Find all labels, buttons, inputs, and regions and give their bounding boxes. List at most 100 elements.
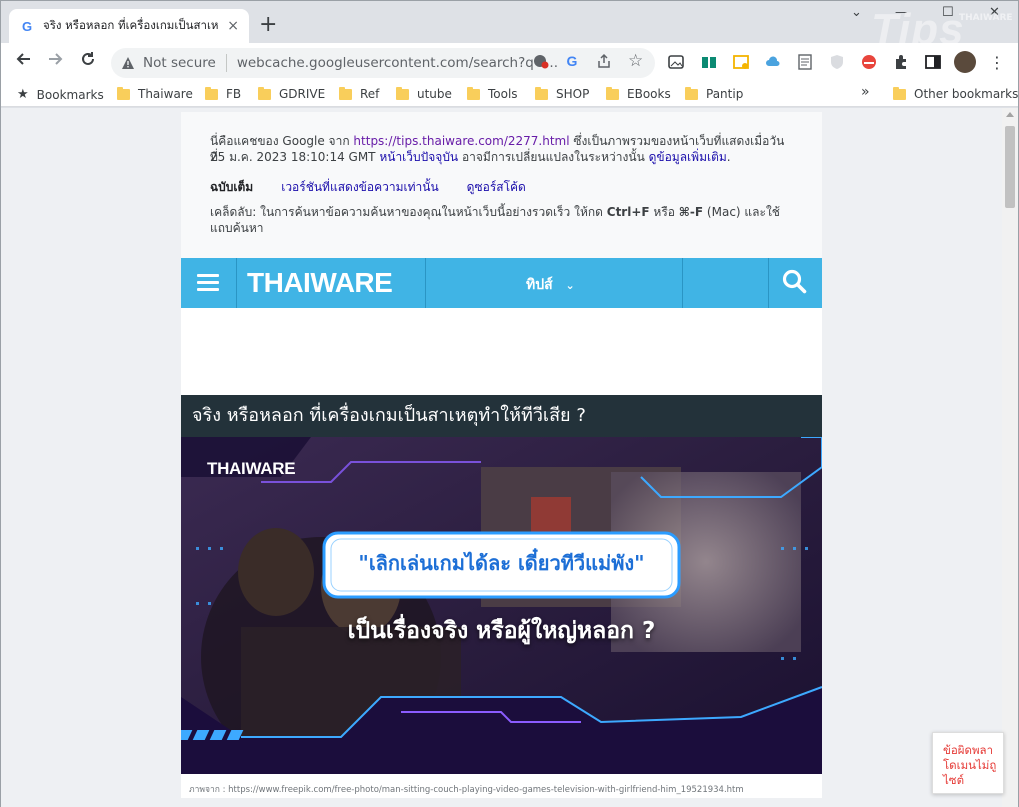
active-tab[interactable]: G จริง หรือหลอก ที่เครื่องเกมเป็นสาเหตุท… xyxy=(9,9,249,43)
document-extension-icon[interactable] xyxy=(796,53,814,71)
tab-close-icon[interactable]: × xyxy=(227,18,239,34)
forward-button[interactable] xyxy=(45,51,67,72)
google-cache-header: นี่คือแคชของ Google จาก https://tips.tha… xyxy=(181,112,822,258)
folder-icon xyxy=(535,86,548,100)
bookmarks-star-item[interactable]: ★ Bookmarks xyxy=(17,87,104,102)
cache-version-tabs: ฉบับเต็ม เวอร์ชันที่แสดงข้อความเท่านั้น … xyxy=(210,178,526,197)
share-icon[interactable] xyxy=(596,53,612,73)
hamburger-icon xyxy=(197,274,219,292)
chrome-menu-icon[interactable]: ⋮ xyxy=(988,53,1006,72)
thaiware-navbar: THAIWARE ทิปส์ ⌄ xyxy=(181,258,822,308)
bookmark-ref[interactable]: Ref xyxy=(339,86,380,101)
current-page-link[interactable]: หน้าเว็บปัจจุบัน xyxy=(379,150,458,164)
side-panel-icon[interactable] xyxy=(924,53,942,71)
warning-icon xyxy=(122,57,134,69)
google-lens-icon[interactable]: G xyxy=(564,53,580,69)
thaiware-logo[interactable]: THAIWARE xyxy=(247,264,393,302)
folder-icon xyxy=(117,86,130,100)
bookmark-label: Other bookmarks xyxy=(914,87,1019,101)
search-icon xyxy=(782,269,807,294)
tip-text: แถบค้นหา xyxy=(210,221,264,235)
tip-shortcut: Ctrl+F xyxy=(606,205,650,219)
nav-empty-cell xyxy=(683,258,769,308)
tips-menu-label: ทิปส์ ⌄ xyxy=(526,274,575,296)
shield-extension-icon[interactable] xyxy=(828,53,846,71)
domain-error-popup[interactable]: ข้อผิดพลา โดเมนไม่ถู ไซต์ xyxy=(932,732,1004,794)
security-label: Not secure xyxy=(143,55,216,71)
calendar-extension-icon[interactable] xyxy=(732,53,750,71)
bookmark-star-icon[interactable]: ☆ xyxy=(628,51,643,71)
tab-full-version[interactable]: ฉบับเต็ม xyxy=(210,178,253,197)
cache-text: . xyxy=(726,150,731,164)
bookmark-label: FB xyxy=(226,87,242,101)
bookmarks-overflow-button[interactable]: » xyxy=(861,84,870,100)
bookmark-shop[interactable]: SHOP xyxy=(535,86,589,101)
tips-menu[interactable]: ทิปส์ ⌄ xyxy=(426,258,683,308)
bookmark-label: Thaiware xyxy=(138,87,193,101)
star-icon: ★ xyxy=(17,87,29,102)
banner-artwork xyxy=(181,437,822,774)
tab-view-source[interactable]: ดูซอร์สโค้ด xyxy=(467,178,526,197)
search-button[interactable] xyxy=(781,268,811,298)
url-text[interactable]: webcache.googleusercontent.com/search?q=… xyxy=(237,55,558,71)
google-favicon-icon: G xyxy=(21,18,33,34)
learn-more-link[interactable]: ดูข้อมูลเพิ่มเติม xyxy=(649,150,727,164)
bookmark-thaiware[interactable]: Thaiware xyxy=(117,86,193,101)
reload-button[interactable] xyxy=(77,51,99,72)
mango-extension-icon[interactable] xyxy=(860,53,878,71)
folder-icon xyxy=(606,86,619,100)
bookmark-fb[interactable]: FB xyxy=(205,86,242,101)
popup-text: ข้อผิดพลา xyxy=(943,743,994,757)
popup-text: ไซต์ xyxy=(943,773,965,787)
bookmark-tools[interactable]: Tools xyxy=(467,86,518,101)
cache-notice-line2: 25 ม.ค. 2023 18:10:14 GMT หน้าเว็บปัจจุบ… xyxy=(210,149,790,165)
bookmark-utube[interactable]: utube xyxy=(396,86,452,101)
toolbar: Not secure webcache.googleusercontent.co… xyxy=(1,43,1018,81)
tab-search-icon[interactable]: ⌄ xyxy=(851,5,862,20)
ad-placeholder xyxy=(181,308,822,395)
tip-text: หรือ xyxy=(649,205,679,219)
folder-icon xyxy=(467,86,480,100)
bookmark-label: EBooks xyxy=(627,87,671,101)
vertical-scrollbar[interactable] xyxy=(1002,108,1018,807)
bookmark-label: Ref xyxy=(360,87,380,101)
reload-icon xyxy=(82,52,94,65)
tip-text: (Mac) และใช้ xyxy=(703,205,780,219)
popup-text: โดเมนไม่ถู xyxy=(943,758,997,772)
article-headline: จริง หรือหลอก ที่เครื่องเกมเป็นสาเหตุทำใ… xyxy=(181,395,822,437)
cloud-extension-icon[interactable] xyxy=(764,53,782,71)
folder-icon xyxy=(258,86,271,100)
tip-text: เคล็ดลับ: ในการค้นหาข้อความค้นหาของคุณใน… xyxy=(210,205,607,219)
menu-button[interactable] xyxy=(181,258,237,308)
browser-window: G จริง หรือหลอก ที่เครื่องเกมเป็นสาเหตุท… xyxy=(0,0,1019,807)
bookmark-label: Tools xyxy=(488,87,518,101)
back-button[interactable] xyxy=(12,51,34,72)
cache-text: 25 ม.ค. 2023 18:10:14 GMT xyxy=(210,150,380,164)
screenshot-extension-icon[interactable] xyxy=(667,53,685,71)
tab-text-only[interactable]: เวอร์ชันที่แสดงข้อความเท่านั้น xyxy=(281,178,438,197)
bookmark-label: Bookmarks xyxy=(36,87,104,102)
extensions-puzzle-icon[interactable] xyxy=(892,53,910,71)
folder-icon xyxy=(893,86,906,100)
folder-icon xyxy=(685,86,698,100)
article-banner: THAIWARE "เลิกเล่นเกมได้ละ เดี๋ยวทีวีแม่… xyxy=(181,437,822,774)
bookmark-pantip[interactable]: Pantip xyxy=(685,86,743,101)
bookmark-gdrive[interactable]: GDRIVE xyxy=(258,86,325,101)
bookmark-label: utube xyxy=(417,87,452,101)
cache-source-link[interactable]: https://tips.thaiware.com/2277.html xyxy=(353,134,569,148)
chevron-down-icon: ⌄ xyxy=(565,279,575,292)
new-tab-button[interactable]: + xyxy=(259,13,277,37)
tab-title: จริง หรือหลอก ที่เครื่องเกมเป็นสาเหตุทำ xyxy=(43,18,219,32)
banner-question: เป็นเรื่องจริง หรือผู้ใหญ่หลอก ? xyxy=(347,618,656,644)
cookie-blocked-icon[interactable] xyxy=(533,53,549,73)
cache-tip: เคล็ดลับ: ในการค้นหาข้อความค้นหาของคุณใน… xyxy=(210,204,790,236)
reader-extension-icon[interactable] xyxy=(700,53,718,71)
scroll-up-arrow-icon[interactable] xyxy=(1006,112,1014,117)
bookmark-other[interactable]: Other bookmarks xyxy=(893,86,1019,101)
bookmark-ebooks[interactable]: EBooks xyxy=(606,86,671,101)
profile-avatar[interactable] xyxy=(954,51,976,73)
cache-text: นี่คือแคชของ Google จาก xyxy=(210,134,354,148)
scrollbar-thumb[interactable] xyxy=(1005,126,1015,208)
banner-logo: THAIWARE xyxy=(207,459,296,478)
tab-strip: G จริง หรือหลอก ที่เครื่องเกมเป็นสาเหตุท… xyxy=(1,1,1018,54)
